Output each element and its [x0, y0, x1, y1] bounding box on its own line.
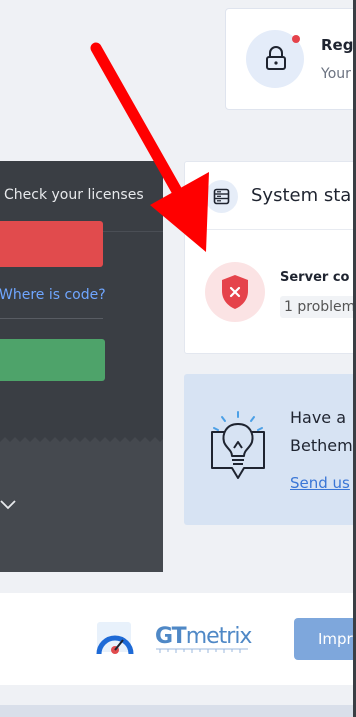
gtmetrix-logo: GTmetrix	[155, 624, 252, 649]
link-divider	[0, 318, 103, 319]
idea-heading-line-1: Have a	[290, 408, 347, 427]
register-title: Reg	[321, 36, 354, 54]
status-divider	[185, 229, 356, 230]
where-is-code-link[interactable]: Where is code?	[0, 287, 106, 303]
lock-icon	[266, 46, 286, 70]
system-status-title: System sta	[251, 185, 352, 206]
problem-badge[interactable]: 1 problem	[280, 296, 356, 318]
server-icon	[213, 188, 230, 205]
panel-lower-section	[0, 440, 163, 572]
send-us-link[interactable]: Send us	[290, 474, 350, 492]
license-red-button[interactable]	[0, 221, 103, 267]
footer-strip	[0, 705, 356, 717]
gauge-icon	[96, 622, 134, 655]
gtmetrix-ruler	[156, 648, 248, 653]
notification-dot	[292, 35, 300, 43]
licenses-title: Check your licenses	[4, 187, 144, 203]
server-config-title: Server co	[280, 270, 350, 285]
zigzag-edge	[0, 432, 163, 442]
idea-heading-line-2: Bethem	[290, 436, 353, 455]
improve-button-label: Impr	[318, 630, 353, 648]
chevron-down-icon[interactable]	[0, 496, 16, 512]
register-subtitle: Your	[321, 66, 351, 82]
shield-x-icon	[222, 275, 248, 309]
lightbulb-icon	[211, 411, 265, 479]
license-green-button[interactable]	[0, 339, 105, 381]
